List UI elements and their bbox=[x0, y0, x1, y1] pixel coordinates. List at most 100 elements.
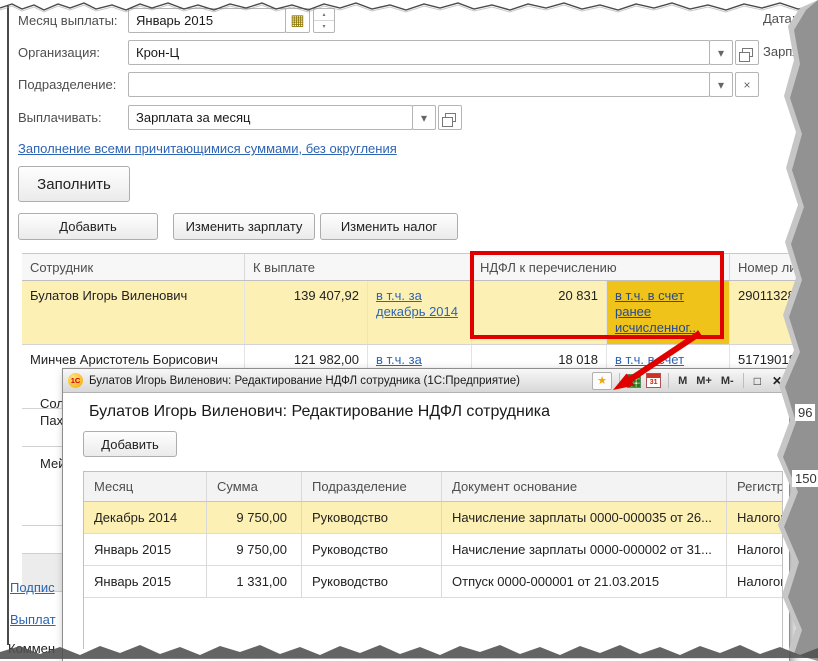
pay-type-label: Выплачивать: bbox=[18, 110, 102, 125]
payroll-window: Месяц выплаты: Январь 2015 ▦ ▴ ▾ Дата: О… bbox=[0, 0, 818, 661]
titlebar-separator bbox=[619, 373, 621, 388]
calendar-grid-icon: ▦ bbox=[290, 12, 305, 29]
titlebar-separator bbox=[742, 373, 744, 388]
star-icon: ★ bbox=[597, 375, 608, 387]
organization-input[interactable]: Крон-Ц bbox=[128, 40, 710, 65]
to-pay-detail-link[interactable]: в т.ч. за bbox=[376, 352, 422, 367]
sum-cell: 1 331,00 bbox=[207, 566, 302, 597]
department-cell: Руководство bbox=[302, 566, 442, 597]
pay-type-open-button[interactable] bbox=[438, 105, 462, 130]
dialog-heading: Булатов Игорь Виленович: Редактирование … bbox=[89, 403, 551, 420]
maximize-button[interactable]: □ bbox=[751, 374, 764, 388]
account-number: 290113288 bbox=[730, 281, 816, 344]
1c-app-icon: 1С bbox=[68, 373, 83, 388]
memory-minus-button[interactable]: M- bbox=[719, 375, 736, 387]
dialog-titlebar[interactable]: 1С Булатов Игорь Виленович: Редактирован… bbox=[63, 369, 789, 393]
edit-salary-button[interactable]: Изменить зарплату bbox=[173, 213, 315, 240]
table-row[interactable]: Булатов Игорь Виленович 139 407,92 в т.ч… bbox=[22, 281, 816, 345]
fill-button[interactable]: Заполнить bbox=[18, 166, 130, 202]
add-row-button[interactable]: Добавить bbox=[18, 213, 158, 240]
pay-type-input[interactable]: Зарплата за месяц bbox=[128, 105, 413, 130]
torn-edge-top-shadow bbox=[0, 4, 818, 13]
col-sum: Сумма bbox=[207, 472, 302, 501]
ndfl-detail-link[interactable]: в т.ч. в счет ранее исчисленног... bbox=[615, 288, 700, 335]
chevron-down-icon: ▾ bbox=[420, 110, 428, 125]
department-dropdown-button[interactable]: ▾ bbox=[709, 72, 733, 97]
month-label: Месяц выплаты: bbox=[18, 13, 118, 28]
torn-edge-top bbox=[0, 2, 818, 11]
open-form-icon bbox=[441, 113, 456, 127]
sum-cell: 9 750,00 bbox=[207, 534, 302, 565]
document-cell: Начисление зарплаты 0000-000002 от 31... bbox=[442, 534, 727, 565]
department-cell: Руководство bbox=[302, 534, 442, 565]
month-input[interactable]: Январь 2015 bbox=[128, 8, 286, 33]
memory-plus-button[interactable]: M+ bbox=[694, 375, 714, 387]
col-register: Регистр bbox=[727, 472, 782, 501]
col-employee: Сотрудник bbox=[22, 254, 245, 280]
col-account: Номер лиц bbox=[730, 254, 816, 280]
row-divider bbox=[22, 446, 62, 447]
left-torn-frame-line bbox=[7, 6, 9, 645]
organization-dropdown-button[interactable]: ▾ bbox=[709, 40, 733, 65]
month-spinner[interactable]: ▴ ▾ bbox=[313, 8, 335, 33]
register-cell: Налогов bbox=[727, 502, 782, 533]
document-cell: Начисление зарплаты 0000-000035 от 26... bbox=[442, 502, 727, 533]
clear-icon: × bbox=[743, 77, 751, 92]
comment-label-fragment: Коммен bbox=[8, 641, 56, 656]
table-row[interactable]: Декабрь 2014 9 750,00 Руководство Начисл… bbox=[84, 502, 782, 534]
pay-link[interactable]: Выплат bbox=[10, 612, 56, 627]
calendar-icon[interactable]: 31 bbox=[646, 373, 662, 388]
month-cell: Декабрь 2014 bbox=[84, 502, 207, 533]
month-cell: Январь 2015 bbox=[84, 534, 207, 565]
department-cell: Руководство bbox=[302, 502, 442, 533]
col-to-pay: К выплате bbox=[245, 254, 472, 280]
close-button[interactable]: ✕ bbox=[769, 374, 785, 388]
month-cell: Январь 2015 bbox=[84, 566, 207, 597]
calculator-icon[interactable] bbox=[627, 373, 642, 388]
dialog-add-button[interactable]: Добавить bbox=[83, 431, 177, 457]
account-number-fragment: 150 bbox=[792, 470, 818, 487]
pay-type-dropdown-button[interactable]: ▾ bbox=[412, 105, 436, 130]
open-form-icon bbox=[738, 48, 753, 62]
titlebar-separator bbox=[668, 373, 670, 388]
department-label: Подразделение: bbox=[18, 77, 117, 92]
fill-all-sums-link[interactable]: Заполнение всеми причитающимися суммами,… bbox=[18, 141, 397, 156]
table-row[interactable]: Январь 2015 9 750,00 Руководство Начисле… bbox=[84, 534, 782, 566]
to-pay-value: 139 407,92 bbox=[245, 281, 368, 344]
row-divider bbox=[22, 525, 62, 526]
department-clear-button[interactable]: × bbox=[735, 72, 759, 97]
signatures-link[interactable]: Подпис bbox=[10, 580, 55, 595]
employees-table-header: Сотрудник К выплате НДФЛ к перечислению … bbox=[22, 253, 816, 281]
ndfl-table-header: Месяц Сумма Подразделение Документ основ… bbox=[84, 472, 782, 502]
sum-cell: 9 750,00 bbox=[207, 502, 302, 533]
edit-tax-button[interactable]: Изменить налог bbox=[320, 213, 458, 240]
employee-name: Булатов Игорь Виленович bbox=[22, 281, 245, 344]
account-number-fragment: 96 bbox=[795, 404, 816, 421]
ndfl-value: 20 831 bbox=[472, 281, 607, 344]
ndfl-edit-dialog: 1С Булатов Игорь Виленович: Редактирован… bbox=[62, 368, 790, 661]
ndfl-detail-link[interactable]: в т.ч. в счет bbox=[615, 352, 684, 367]
chevron-down-icon: ▾ bbox=[717, 45, 725, 60]
to-pay-detail-link[interactable]: в т.ч. за декабрь 2014 bbox=[376, 288, 458, 319]
register-cell: Налогов bbox=[727, 566, 782, 597]
department-input[interactable] bbox=[128, 72, 710, 97]
organization-label: Организация: bbox=[18, 45, 101, 60]
register-cell: Налогов bbox=[727, 534, 782, 565]
organization-open-button[interactable] bbox=[735, 40, 759, 65]
salary-label-fragment: Зарпла bbox=[763, 44, 808, 59]
favorites-button[interactable]: ★ bbox=[592, 371, 613, 390]
col-document: Документ основание bbox=[442, 472, 727, 501]
col-ndfl: НДФЛ к перечислению bbox=[472, 254, 730, 280]
memory-button[interactable]: M bbox=[676, 375, 689, 387]
document-cell: Отпуск 0000-000001 от 21.03.2015 bbox=[442, 566, 727, 597]
col-department: Подразделение bbox=[302, 472, 442, 501]
table-row[interactable]: Январь 2015 1 331,00 Руководство Отпуск … bbox=[84, 566, 782, 598]
col-month: Месяц bbox=[84, 472, 207, 501]
spin-up-icon[interactable]: ▴ bbox=[314, 9, 334, 21]
date-label: Дата: bbox=[763, 11, 796, 26]
ndfl-months-table: Месяц Сумма Подразделение Документ основ… bbox=[83, 471, 783, 649]
chevron-down-icon: ▾ bbox=[717, 77, 725, 92]
dialog-title: Булатов Игорь Виленович: Редактирование … bbox=[89, 374, 520, 387]
spin-down-icon[interactable]: ▾ bbox=[314, 21, 334, 33]
calendar-picker-button[interactable]: ▦ bbox=[285, 8, 310, 33]
